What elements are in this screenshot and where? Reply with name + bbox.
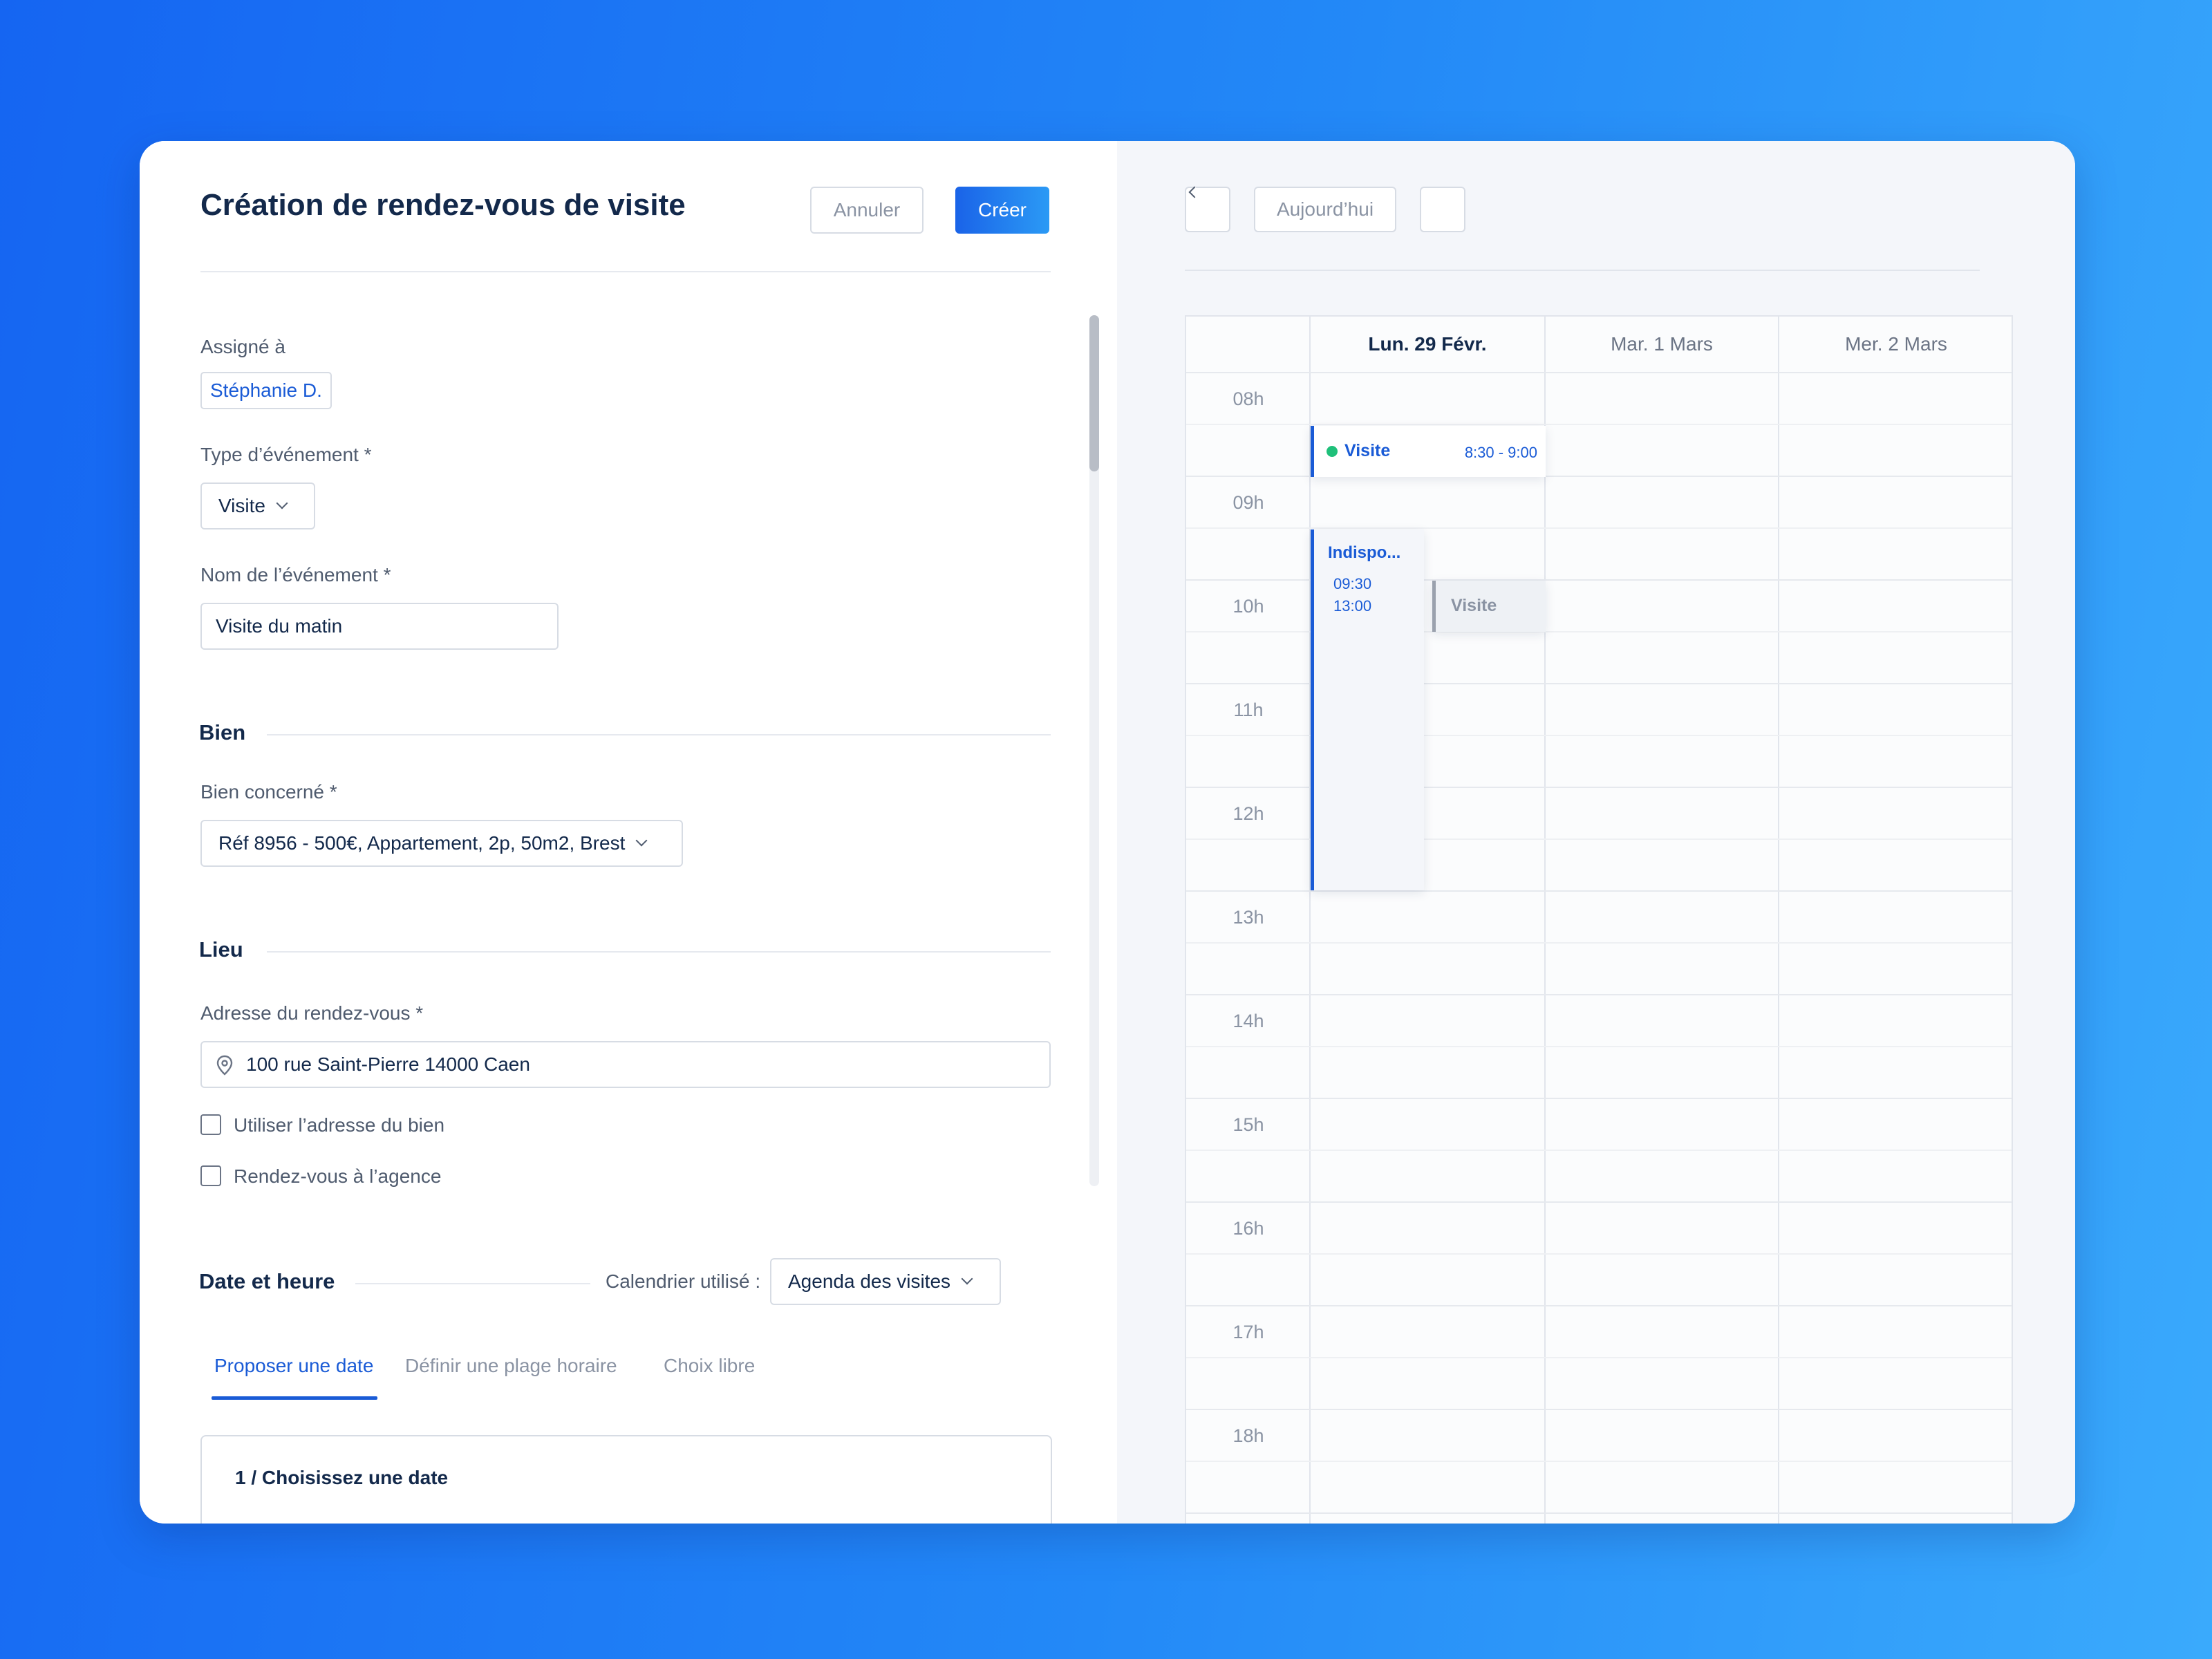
active-tab-indicator	[212, 1396, 377, 1400]
section-title-date: Date et heure	[199, 1269, 335, 1293]
calendar-grid: Lun. 29 Févr. Mar. 1 Mars Mer. 2 Mars 08…	[1185, 315, 2013, 1524]
date-picker-panel: 1 / Choisissez une date	[200, 1435, 1052, 1524]
half-hour-line	[1186, 1461, 2012, 1462]
create-button[interactable]: Créer	[955, 187, 1049, 234]
chevron-down-icon	[276, 497, 288, 509]
event-end-time: 13:00	[1333, 597, 1372, 615]
hour-label: 16h	[1232, 1218, 1264, 1239]
address-value: 100 rue Saint-Pierre 14000 Caen	[246, 1053, 530, 1075]
form-scrollbar[interactable]	[1089, 315, 1099, 1186]
half-hour-line	[1186, 527, 2012, 529]
event-time: 8:30 - 9:00	[1464, 444, 1537, 462]
assigned-label: Assigné à	[200, 336, 285, 357]
event-type-label: Type d’événement *	[200, 444, 372, 465]
half-hour-line	[1186, 1150, 2012, 1151]
event-title: Indispo...	[1328, 543, 1401, 562]
hour-label: 08h	[1232, 388, 1264, 409]
hour-line	[1186, 1201, 2012, 1203]
hour-label: 14h	[1232, 1011, 1264, 1031]
use-property-address-checkbox[interactable]	[200, 1114, 221, 1135]
hour-line	[1186, 1098, 2012, 1099]
section-divider	[267, 951, 1051, 953]
address-input[interactable]: 100 rue Saint-Pierre 14000 Caen	[200, 1041, 1051, 1088]
day-header[interactable]: Mer. 2 Mars	[1779, 317, 2012, 372]
hour-label: 11h	[1233, 700, 1264, 720]
chevron-down-icon	[961, 1273, 973, 1285]
hour-label: 15h	[1232, 1114, 1264, 1135]
section-title-lieu: Lieu	[199, 937, 243, 962]
event-type-select[interactable]: Visite	[200, 482, 315, 529]
event-unavailable[interactable]: Indispo... 09:30 13:00	[1311, 529, 1424, 890]
next-button[interactable]	[1420, 187, 1465, 232]
half-hour-line	[1186, 1357, 2012, 1358]
calendar-divider	[1185, 270, 1980, 271]
chevron-left-icon	[1188, 186, 1201, 198]
event-visite-draft[interactable]: Visite	[1432, 581, 1546, 632]
calendar-used-label: Calendrier utilisé :	[606, 1271, 761, 1292]
header-divider	[200, 271, 1051, 272]
hour-label: 10h	[1232, 596, 1264, 617]
calendar-panel: Aujourd’hui Lun. 29 Févr. Mar. 1 Mars Me…	[1117, 141, 2075, 1524]
hour-label: 18h	[1232, 1425, 1264, 1446]
section-divider	[355, 1283, 590, 1284]
cancel-button[interactable]: Annuler	[810, 187, 924, 234]
day-header[interactable]: Mar. 1 Mars	[1546, 317, 1778, 372]
agency-label[interactable]: Rendez-vous à l’agence	[234, 1165, 441, 1188]
step-title: 1 / Choisissez une date	[235, 1467, 449, 1488]
tab-propose-date[interactable]: Proposer une date	[214, 1355, 373, 1377]
form-scrollbar-thumb[interactable]	[1089, 315, 1099, 471]
prev-button[interactable]	[1185, 186, 1230, 232]
hour-label: 17h	[1232, 1322, 1264, 1342]
day-header[interactable]: Lun. 29 Févr.	[1311, 317, 1544, 372]
modal-card: Création de rendez-vous de visite Annule…	[140, 141, 2075, 1524]
event-name-value: Visite du matin	[216, 615, 343, 637]
calendar-used-value: Agenda des visites	[788, 1271, 951, 1292]
event-start-time: 09:30	[1333, 575, 1372, 592]
hour-label: 09h	[1232, 492, 1264, 513]
chevron-down-icon	[635, 834, 648, 847]
tab-free-choice[interactable]: Choix libre	[664, 1355, 755, 1377]
hour-line	[1186, 372, 2012, 373]
half-hour-line	[1186, 1046, 2012, 1047]
agency-checkbox[interactable]	[200, 1165, 221, 1186]
hour-label: 13h	[1232, 907, 1264, 928]
map-pin-icon	[216, 1055, 233, 1076]
today-button[interactable]: Aujourd’hui	[1254, 187, 1396, 232]
property-select[interactable]: Réf 8956 - 500€, Appartement, 2p, 50m2, …	[200, 820, 683, 867]
calendar-select[interactable]: Agenda des visites	[770, 1258, 1001, 1305]
half-hour-line	[1186, 424, 2012, 425]
half-hour-line	[1186, 1253, 2012, 1255]
tab-time-range[interactable]: Définir une plage horaire	[405, 1355, 617, 1377]
section-title-bien: Bien	[199, 720, 246, 744]
assignee-chip[interactable]: Stéphanie D.	[200, 372, 332, 409]
hour-line	[1186, 890, 2012, 892]
half-hour-line	[1186, 942, 2012, 944]
hour-line	[1186, 994, 2012, 995]
property-label: Bien concerné *	[200, 781, 337, 803]
event-name-label: Nom de l’événement *	[200, 564, 391, 585]
form-panel: Création de rendez-vous de visite Annule…	[140, 141, 1117, 1524]
use-property-address-label[interactable]: Utiliser l’adresse du bien	[234, 1114, 444, 1136]
property-value: Réf 8956 - 500€, Appartement, 2p, 50m2, …	[218, 832, 626, 854]
column-separator	[1778, 317, 1779, 1524]
event-title: Visite	[1451, 596, 1497, 615]
event-visite[interactable]: Visite 8:30 - 9:00	[1311, 426, 1546, 477]
section-divider	[267, 734, 1051, 735]
hour-line	[1186, 1409, 2012, 1410]
status-dot	[1327, 446, 1338, 457]
hour-label: 12h	[1232, 803, 1264, 824]
address-label: Adresse du rendez-vous *	[200, 1002, 424, 1024]
page-title: Création de rendez-vous de visite	[200, 188, 686, 222]
column-separator	[1544, 317, 1546, 1524]
hour-line	[1186, 1305, 2012, 1306]
event-name-input[interactable]: Visite du matin	[200, 603, 559, 650]
hour-line	[1186, 1512, 2012, 1514]
event-type-value: Visite	[218, 495, 265, 516]
event-title: Visite	[1344, 441, 1391, 460]
